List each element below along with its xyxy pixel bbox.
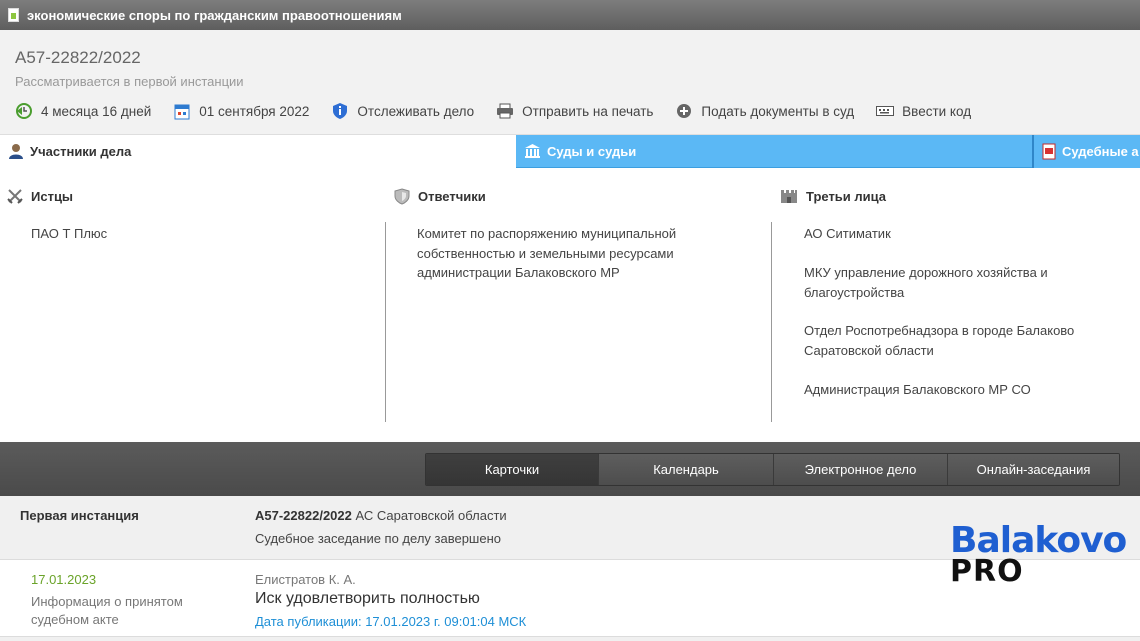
case-tabs: Участники дела Суды и судьи Судебные а — [0, 135, 1140, 168]
start-date-label: 01 сентября 2022 — [199, 103, 310, 119]
nav-online-hearings-button[interactable]: Онлайн-заседания — [948, 454, 1119, 485]
defendants-title: Ответчики — [418, 189, 486, 204]
instance-court: АС Саратовской области — [355, 508, 507, 523]
participants-panel: Истцы ПАО Т Плюс Ответчики Комитет по ра… — [0, 168, 1140, 442]
nav-cards-button[interactable]: Карточки — [426, 454, 599, 485]
logo-line-2: PRO — [950, 554, 1024, 589]
plus-circle-icon — [675, 102, 693, 120]
calendar-icon — [173, 102, 191, 120]
window-title: экономические споры по гражданским право… — [27, 7, 402, 23]
pdf-icon — [1042, 143, 1056, 160]
tab-courts[interactable]: Суды и судьи — [516, 135, 1032, 168]
shield-info-icon — [331, 102, 349, 120]
person-icon — [8, 143, 24, 160]
instance-status: Судебное заседание по делу завершено — [255, 531, 501, 546]
submit-documents-button[interactable]: Подать документы в суд — [675, 102, 854, 120]
case-actions: 4 месяца 16 дней 01 сентября 2022 Отслеж… — [15, 100, 993, 122]
third-parties-heading: Третьи лица — [780, 188, 886, 204]
print-button[interactable]: Отправить на печать — [496, 102, 653, 120]
column-divider — [385, 222, 386, 422]
clock-back-icon — [15, 102, 33, 120]
keyboard-icon — [876, 102, 895, 120]
track-case-label: Отслеживать дело — [357, 103, 475, 119]
plaintiffs-title: Истцы — [31, 188, 74, 204]
case-header: А57-22822/2022 Рассматривается в первой … — [0, 30, 1140, 135]
tab-participants[interactable]: Участники дела — [0, 135, 516, 168]
plaintiffs-heading: Истцы — [7, 188, 73, 204]
submit-documents-label: Подать документы в суд — [701, 103, 855, 119]
third-party-item[interactable]: Администрация Балаковского МР СО — [804, 380, 1031, 400]
nav-electronic-case-button[interactable]: Электронное дело — [774, 454, 948, 485]
balakovo-pro-logo: Balakovo PRO — [950, 520, 1127, 590]
event-publication-link[interactable]: Дата публикации: 17.01.2023 г. 09:01:04 … — [255, 614, 526, 629]
start-date-action[interactable]: 01 сентября 2022 — [173, 102, 309, 120]
instance-label: Первая инстанция — [20, 508, 139, 523]
event-divider — [0, 636, 1140, 641]
event-result[interactable]: Иск удовлетворить полностью — [255, 590, 480, 608]
nav-calendar-button[interactable]: Календарь — [599, 454, 774, 485]
track-case-button[interactable]: Отслеживать дело — [331, 102, 474, 120]
printer-icon — [496, 102, 514, 120]
tab-participants-label: Участники дела — [30, 144, 132, 159]
tab-court-acts-label: Судебные а — [1062, 144, 1139, 159]
enter-code-button[interactable]: Ввести код — [876, 102, 971, 120]
column-divider — [771, 222, 772, 422]
defendant-item[interactable]: Комитет по распоряжению муниципальной со… — [417, 224, 676, 283]
third-party-item[interactable]: МКУ управление дорожного хозяйства и бла… — [804, 263, 1048, 302]
duration-action[interactable]: 4 месяца 16 дней — [15, 102, 151, 120]
document-icon — [8, 8, 19, 22]
crossed-swords-icon — [7, 188, 23, 204]
third-party-item[interactable]: АО Ситиматик — [804, 224, 891, 244]
courthouse-icon — [524, 143, 541, 159]
event-judge: Елистратов К. А. — [255, 572, 356, 587]
instance-case-number: А57-22822/2022 — [255, 508, 352, 523]
enter-code-label: Ввести код — [902, 103, 972, 119]
instance-case[interactable]: А57-22822/2022 АС Саратовской области — [255, 508, 507, 523]
plaintiff-item[interactable]: ПАО Т Плюс — [31, 224, 107, 244]
case-view-navbar: Карточки Календарь Электронное дело Онла… — [0, 442, 1140, 496]
event-type: Информация о принятом судебном акте — [31, 594, 183, 627]
shield-icon — [394, 188, 410, 205]
event-date: 17.01.2023 — [31, 572, 97, 587]
window-titlebar: экономические споры по гражданским право… — [0, 0, 1140, 30]
third-party-item[interactable]: Отдел Роспотребнадзора в городе Балаково… — [804, 321, 1074, 360]
case-status: Рассматривается в первой инстанции — [15, 74, 244, 89]
tab-courts-label: Суды и судьи — [547, 143, 637, 159]
duration-label: 4 месяца 16 дней — [41, 103, 152, 119]
fortress-icon — [780, 188, 798, 204]
third-parties-title: Третьи лица — [806, 188, 887, 204]
view-switcher: Карточки Календарь Электронное дело Онла… — [425, 453, 1120, 486]
print-label: Отправить на печать — [522, 103, 654, 119]
defendants-heading: Ответчики — [394, 188, 486, 205]
case-number: А57-22822/2022 — [15, 48, 141, 67]
tab-court-acts[interactable]: Судебные а — [1032, 135, 1140, 168]
